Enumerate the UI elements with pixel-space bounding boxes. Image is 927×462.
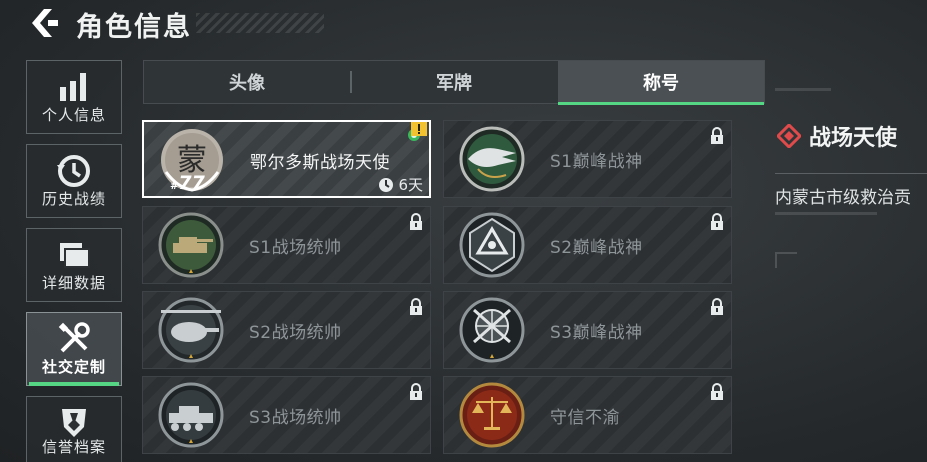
lock-icon (711, 127, 723, 144)
tab-bar: 头像 军牌 称号 (143, 60, 765, 105)
detail-title: 战场天使 (777, 120, 897, 152)
tank-emblem-icon (158, 212, 224, 278)
title-name: S3巅峰战神 (550, 323, 643, 343)
sidebar-item-label: 社交定制 (41, 358, 106, 376)
scales-emblem-icon (459, 382, 525, 448)
title-card-s1-peak-god[interactable]: S1巅峰战神 (443, 120, 732, 198)
lock-icon (711, 213, 723, 230)
title-decoration (196, 13, 324, 33)
sidebar-item-history[interactable]: 历史战绩 (26, 144, 122, 218)
title-card-s2-peak-god[interactable]: S2巅峰战神 (443, 206, 732, 284)
detail-title-name: 战场天使 (809, 126, 898, 151)
tab-title[interactable]: 称号 (558, 61, 764, 105)
lock-icon (711, 298, 723, 315)
crocodile-emblem-icon (459, 126, 525, 192)
page-title: 角色信息 (76, 12, 192, 43)
sidebar-item-detailed-data[interactable]: 详细数据 (26, 228, 122, 302)
sidebar-item-credit-record[interactable]: 信誉档案 (26, 396, 122, 462)
triangle-emblem-icon (459, 212, 525, 278)
warning-badge-icon (411, 122, 427, 136)
title-card-ordos-angel[interactable]: 蒙 #77 鄂尔多斯战场天使 6天 (142, 120, 431, 198)
tab-avatar[interactable]: 头像 (144, 61, 350, 103)
title-card-keep-faith[interactable]: 守信不渝 (443, 376, 732, 454)
sidebar-item-label: 历史战绩 (41, 190, 106, 208)
lock-icon (711, 383, 723, 400)
sidebar-item-label: 详细数据 (41, 274, 106, 292)
title-card-s3-commander[interactable]: S3战场统帅 (142, 376, 431, 454)
clock-icon (379, 177, 394, 192)
lock-icon (410, 298, 422, 315)
armored-vehicle-emblem-icon (158, 382, 224, 448)
title-card-s3-peak-god[interactable]: S3巅峰战神 (443, 291, 732, 369)
timer-text: 6天 (398, 176, 423, 194)
title-name: S1战场统帅 (249, 238, 342, 258)
divider (775, 173, 927, 174)
decoration-line (775, 88, 831, 91)
title-name: S1巅峰战神 (550, 152, 643, 172)
detail-description: 内蒙古市级救治贡 (775, 188, 911, 208)
globe-emblem-icon (459, 297, 525, 363)
title-name: S2战场统帅 (249, 323, 342, 343)
title-name: S3战场统帅 (249, 408, 342, 428)
lock-icon (410, 213, 422, 230)
lock-icon (410, 383, 422, 400)
history-clock-icon (57, 155, 90, 187)
tools-icon (58, 322, 90, 353)
header: 角色信息 (0, 0, 927, 50)
sidebar-item-personal-info[interactable]: 个人信息 (26, 60, 122, 134)
title-name: S2巅峰战神 (550, 238, 643, 258)
title-number: #77 (170, 172, 205, 194)
diamond-icon (777, 124, 801, 148)
credit-badge-icon (62, 409, 86, 437)
title-name: 鄂尔多斯战场天使 (250, 153, 390, 173)
title-card-s1-commander[interactable]: S1战场统帅 (142, 206, 431, 284)
active-indicator (29, 382, 119, 386)
title-name: 守信不渝 (550, 408, 620, 428)
helicopter-emblem-icon (158, 297, 224, 363)
decoration-line (775, 212, 877, 215)
corner-bracket (775, 252, 797, 268)
folder-icon (60, 243, 90, 268)
sidebar-item-label: 个人信息 (41, 106, 106, 124)
title-card-s2-commander[interactable]: S2战场统帅 (142, 291, 431, 369)
title-timer: 6天 (378, 174, 423, 195)
tab-dog-tag[interactable]: 军牌 (352, 61, 556, 103)
sidebar-item-social-custom[interactable]: 社交定制 (26, 312, 122, 386)
back-arrow-icon[interactable] (26, 6, 58, 40)
bar-chart-icon (60, 73, 86, 101)
